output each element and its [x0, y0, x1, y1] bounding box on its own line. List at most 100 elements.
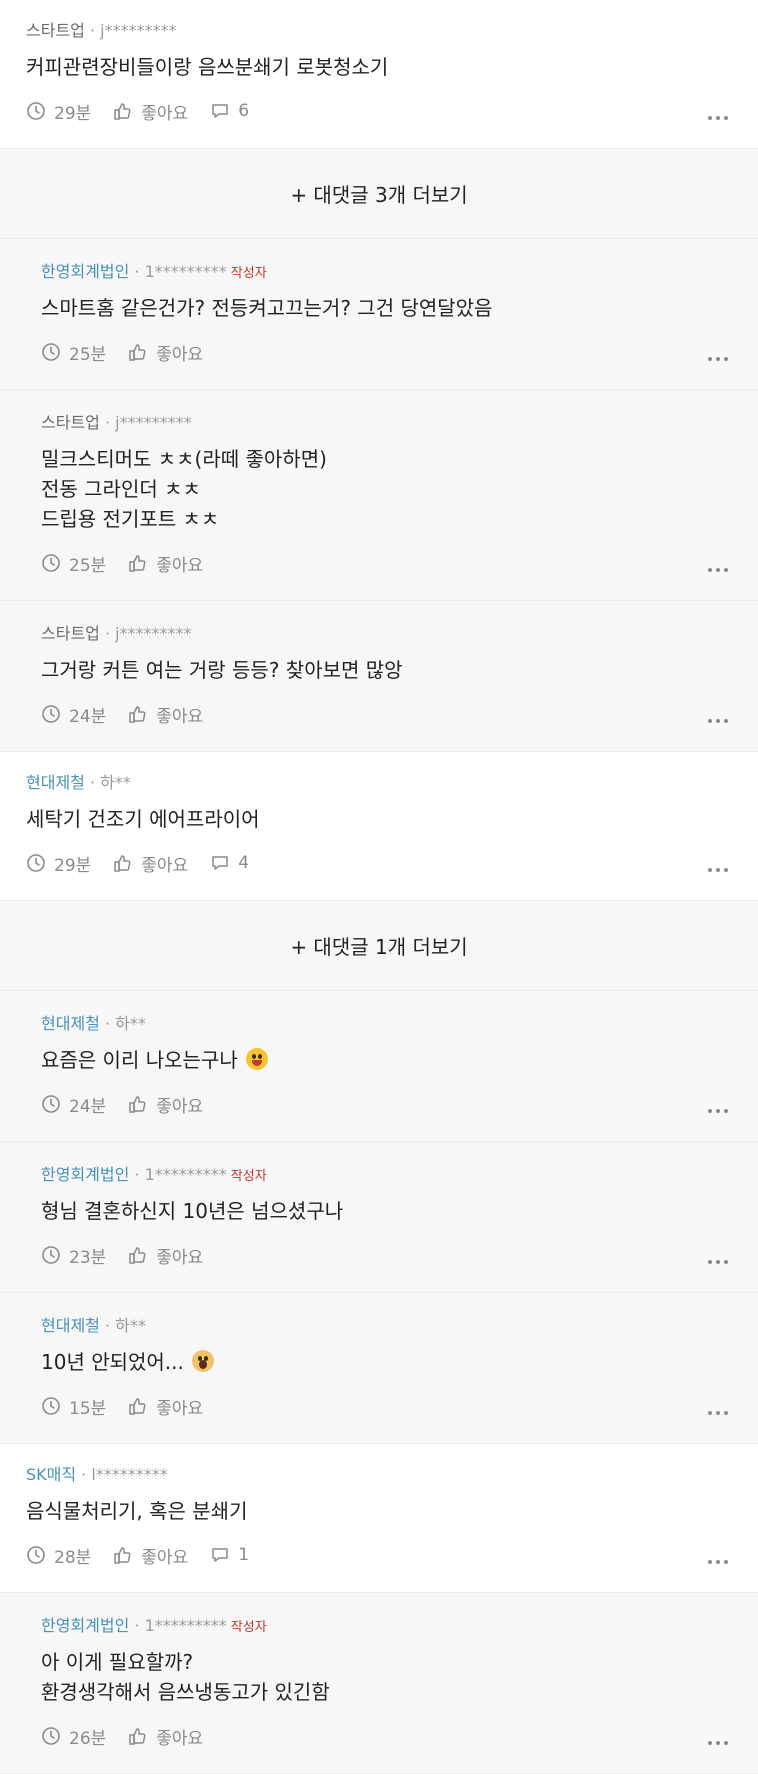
like-label: 좋아요: [156, 344, 204, 365]
clock-icon: [42, 1727, 60, 1745]
author-badge: 작성자: [230, 266, 267, 281]
comment-text: 10년 안되었어...: [41, 1347, 732, 1377]
comment-actions: 23분 좋아요: [41, 1238, 732, 1292]
timestamp-text: 24분: [69, 1096, 107, 1117]
more-options-icon[interactable]: [708, 1560, 728, 1564]
timestamp: 29분: [26, 851, 91, 876]
comment-line: 스마트홈 같은건가? 전등켜고끄는거? 그건 당연달았음: [41, 293, 732, 323]
reply-count-button[interactable]: 6: [210, 101, 249, 121]
author-badge: 작성자: [230, 1620, 267, 1635]
dot: [716, 1411, 720, 1415]
company-name[interactable]: 스타트업: [41, 413, 100, 432]
comment-line-text: 전동 그라인더 ㅊㅊ: [41, 477, 201, 501]
dot: [724, 1109, 728, 1113]
user-id: j*********: [115, 413, 192, 432]
timestamp-text: 24분: [69, 706, 107, 727]
timestamp-text: 25분: [69, 344, 107, 365]
user-id: 하**: [115, 1316, 146, 1335]
more-options-icon[interactable]: [708, 1260, 728, 1264]
user-id: 1*********: [144, 262, 227, 281]
dot: [724, 357, 728, 361]
comment-actions: 28분 좋아요 1: [26, 1538, 732, 1592]
more-options-icon[interactable]: [708, 568, 728, 572]
comment-meta: 스타트업 · j*********: [41, 621, 732, 647]
comment-meta: SK매직 · l*********: [26, 1462, 732, 1488]
thumbs-up-icon: [129, 1247, 146, 1264]
thumbs-up-icon: [114, 103, 131, 120]
like-button[interactable]: 좋아요: [128, 1092, 203, 1117]
comment-actions: 29분 좋아요 4: [26, 846, 732, 900]
like-button[interactable]: 좋아요: [128, 551, 203, 576]
like-button[interactable]: 좋아요: [113, 99, 188, 124]
company-name[interactable]: SK매직: [26, 1465, 76, 1484]
like-label: 좋아요: [141, 103, 189, 124]
more-options-icon[interactable]: [708, 1109, 728, 1113]
more-options-icon[interactable]: [708, 357, 728, 361]
comment-line-text: 형님 결혼하신지 10년은 넘으셨구나: [41, 1199, 344, 1223]
emoji-mouth: [251, 1060, 262, 1066]
timestamp: 29분: [26, 99, 91, 124]
dot: [716, 357, 720, 361]
like-button[interactable]: 좋아요: [113, 1543, 188, 1568]
like-button[interactable]: 좋아요: [113, 851, 188, 876]
company-name[interactable]: 현대제철: [26, 773, 85, 792]
like-button[interactable]: 좋아요: [128, 1724, 203, 1749]
like-label: 좋아요: [156, 706, 204, 727]
thumbs-up-icon: [129, 1096, 146, 1113]
company-name[interactable]: 스타트업: [41, 624, 100, 643]
dot: [724, 1260, 728, 1264]
comment-line: 전동 그라인더 ㅊㅊ: [41, 474, 732, 504]
company-name[interactable]: 한영회계법인: [41, 1165, 129, 1184]
thumbs-up-icon: [129, 555, 146, 572]
comment-line-text: 커피관련장비들이랑 음쓰분쇄기 로봇청소기: [26, 55, 389, 79]
reply-comment: 현대제철 · 하** 요즘은 이리 나오는구나 24분 좋아요: [0, 991, 758, 1142]
company-name[interactable]: 현대제철: [41, 1014, 100, 1033]
comment-bubble-icon: [212, 104, 228, 118]
company-name[interactable]: 현대제철: [41, 1316, 100, 1335]
company-name[interactable]: 한영회계법인: [41, 1616, 129, 1635]
comment-text: 요즘은 이리 나오는구나: [41, 1045, 732, 1075]
comment-line-text: 음식물처리기, 혹은 분쇄기: [26, 1499, 248, 1523]
timestamp: 24분: [41, 1092, 106, 1117]
comment-actions: 25분 좋아요: [41, 335, 732, 389]
reply-comment: 한영회계법인 · 1********* 작성자 스마트홈 같은건가? 전등켜고끄는거…: [0, 239, 758, 390]
like-button[interactable]: 좋아요: [128, 702, 203, 727]
more-options-icon[interactable]: [708, 1411, 728, 1415]
reply-comment: 한영회계법인 · 1********* 작성자 아 이게 필요할까? 환경생각해서 음…: [0, 1593, 758, 1774]
like-button[interactable]: 좋아요: [128, 340, 203, 365]
thumbs-up-icon: [114, 1547, 131, 1564]
comment-line-text: 환경생각해서 음쓰냉동고가 있긴함: [41, 1680, 330, 1704]
more-options-icon[interactable]: [708, 719, 728, 723]
reply-comment: 현대제철 · 하** 10년 안되었어... 15분 좋아요: [0, 1293, 758, 1444]
timestamp: 24분: [41, 702, 106, 727]
user-id: 하**: [100, 773, 131, 792]
like-button[interactable]: 좋아요: [128, 1394, 203, 1419]
comment-meta: 스타트업 · j*********: [26, 18, 732, 44]
more-replies-button[interactable]: + 대댓글 3개 더보기: [0, 149, 758, 239]
like-label: 좋아요: [156, 1398, 204, 1419]
company-name[interactable]: 한영회계법인: [41, 262, 129, 281]
dot: [708, 1260, 712, 1264]
timestamp-text: 28분: [54, 1547, 92, 1568]
meta-separator: ·: [76, 1465, 92, 1484]
reply-count-button[interactable]: 1: [210, 1545, 249, 1565]
timestamp-text: 25분: [69, 555, 107, 576]
comment-line-text: 그거랑 커튼 여는 거랑 등등? 찾아보면 많앙: [41, 658, 403, 682]
more-replies-button[interactable]: + 대댓글 1개 더보기: [0, 901, 758, 991]
reply-count-button[interactable]: 4: [210, 853, 249, 873]
company-name[interactable]: 스타트업: [26, 21, 85, 40]
comment-actions: 24분 좋아요: [41, 1087, 732, 1141]
meta-separator: ·: [99, 1014, 116, 1033]
more-options-icon[interactable]: [708, 868, 728, 872]
thumbs-up-icon: [129, 1398, 146, 1415]
more-options-icon[interactable]: [708, 116, 728, 120]
comment-text: 밀크스티머도 ㅊㅊ(라떼 좋아하면) 전동 그라인더 ㅊㅊ 드립용 전기포트 ㅊㅊ: [41, 444, 732, 534]
comment-line: 커피관련장비들이랑 음쓰분쇄기 로봇청소기: [26, 52, 732, 82]
comment-line-text: 스마트홈 같은건가? 전등켜고끄는거? 그건 당연달았음: [41, 296, 493, 320]
user-id: 하**: [115, 1014, 146, 1033]
comment-text: 스마트홈 같은건가? 전등켜고끄는거? 그건 당연달았음: [41, 293, 732, 323]
comment-line: 환경생각해서 음쓰냉동고가 있긴함: [41, 1677, 732, 1707]
dot: [716, 868, 720, 872]
like-button[interactable]: 좋아요: [128, 1243, 203, 1268]
comment: SK매직 · l********* 음식물처리기, 혹은 분쇄기 28분 좋아요 1: [0, 1444, 758, 1593]
